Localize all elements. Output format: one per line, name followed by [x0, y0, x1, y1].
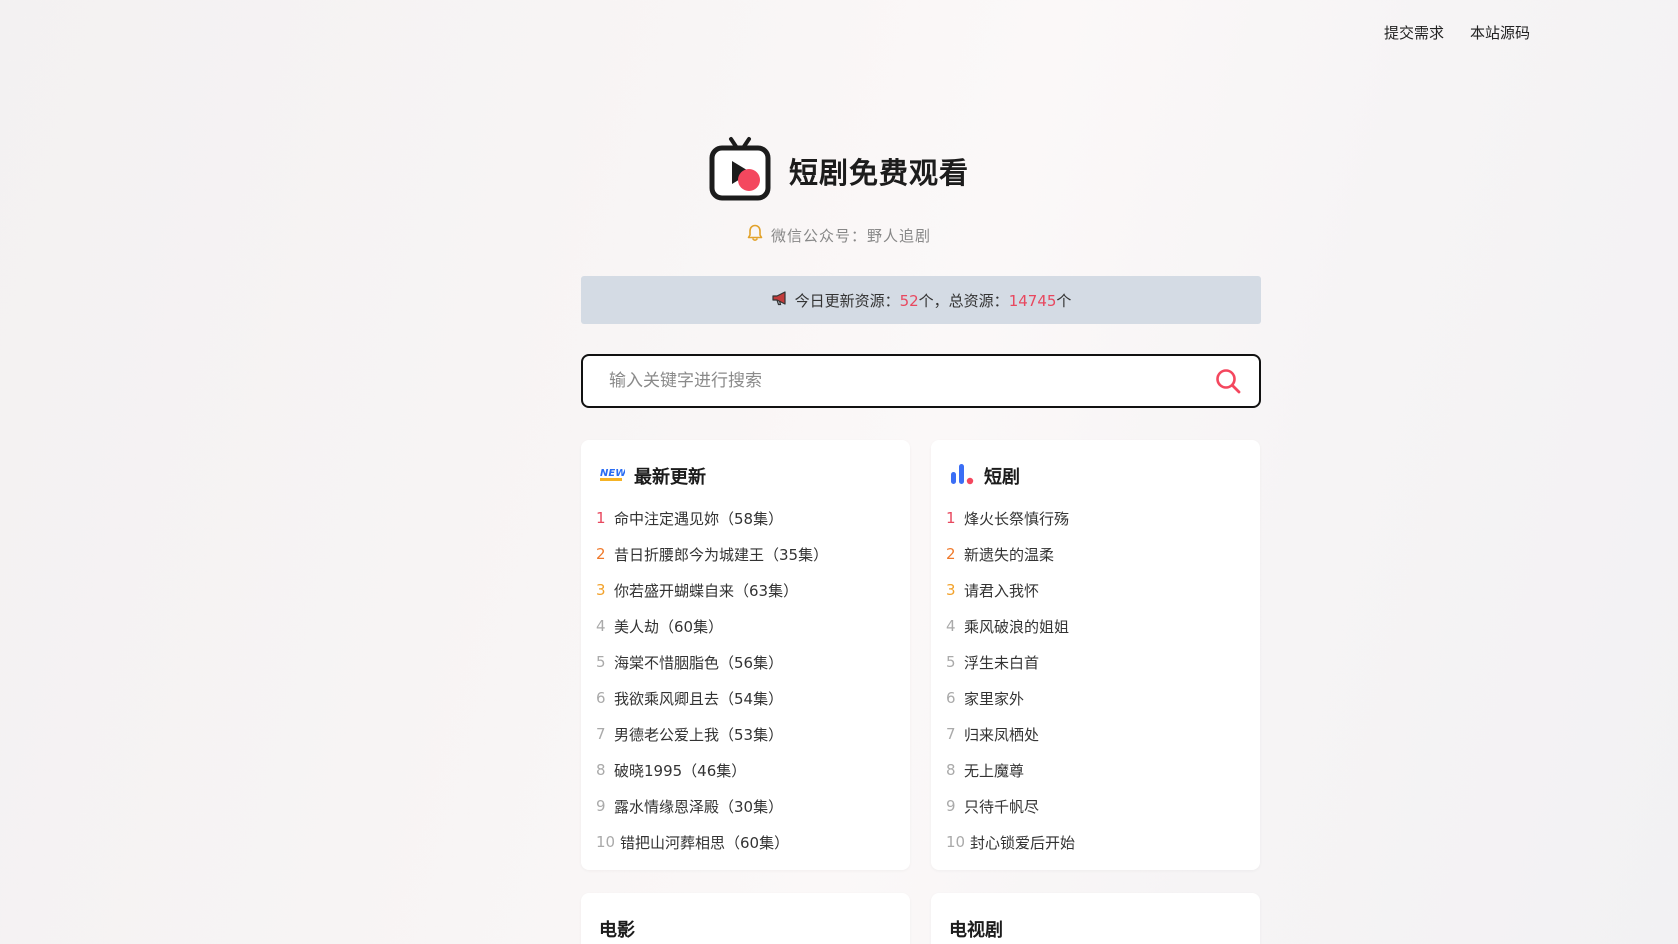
list-item[interactable]: 5 浮生未白首 [946, 644, 1260, 680]
megaphone-icon [771, 290, 789, 310]
list-item[interactable]: 7 归来凤栖处 [946, 716, 1260, 752]
bar-chart-icon [949, 462, 975, 491]
new-badge-icon: NEW [599, 465, 627, 488]
list-item[interactable]: 1 命中注定遇见妳（58集） [596, 500, 910, 536]
svg-text:NEW: NEW [600, 468, 625, 479]
tv-play-icon [709, 136, 771, 206]
latest-updates-list: 1 命中注定遇见妳（58集） 2 昔日折腰郎今为城建王（35集） 3 你若盛开蝴蝶自来… [581, 492, 910, 860]
list-item[interactable]: 5 海棠不惜胭脂色（56集） [596, 644, 910, 680]
subtitle: 微信公众号：野人追剧 [0, 224, 1678, 246]
brand: 短剧免费观看 [0, 136, 1678, 206]
search-input[interactable] [607, 370, 1215, 392]
card-title: 电视剧 [949, 920, 1003, 941]
notice-middle: 个，总资源： [918, 291, 1009, 310]
short-drama-card: 短剧 1 烽火长祭慎行殇 2 新遗失的温柔 3 请君入我怀 4 乘风破浪的姐姐 5 浮生未… [931, 440, 1260, 870]
list-item[interactable]: 9 露水情缘恩泽殿（30集） [596, 788, 910, 824]
notice-bar: 今日更新资源：52个，总资源：14745个 [581, 276, 1261, 324]
list-item[interactable]: 6 家里家外 [946, 680, 1260, 716]
movie-card: 电影 [581, 893, 910, 944]
list-item[interactable]: 10 封心锁爱后开始 [946, 824, 1260, 860]
notice-suffix: 个 [1056, 291, 1072, 310]
subtitle-text: 微信公众号：野人追剧 [770, 226, 931, 245]
latest-updates-card: NEW 最新更新 1 命中注定遇见妳（58集） 2 昔日折腰郎今为城建王（35集） … [581, 440, 910, 870]
bell-icon [747, 224, 763, 246]
list-item[interactable]: 2 昔日折腰郎今为城建王（35集） [596, 536, 910, 572]
list-item[interactable]: 7 男德老公爱上我（53集） [596, 716, 910, 752]
search-box [581, 354, 1261, 408]
list-item[interactable]: 2 新遗失的温柔 [946, 536, 1260, 572]
list-item[interactable]: 1 烽火长祭慎行殇 [946, 500, 1260, 536]
tv-series-card: 电视剧 [931, 893, 1260, 944]
today-count: 52 [899, 291, 919, 310]
list-item[interactable]: 8 破晓1995（46集） [596, 752, 910, 788]
list-item[interactable]: 10 错把山河葬相思（60集） [596, 824, 910, 860]
list-item[interactable]: 9 只待千帆尽 [946, 788, 1260, 824]
top-nav: 提交需求 本站源码 [1384, 22, 1530, 43]
notice-prefix: 今日更新资源： [794, 291, 900, 310]
list-item[interactable]: 4 美人劫（60集） [596, 608, 910, 644]
search-icon[interactable] [1215, 368, 1241, 394]
short-drama-list: 1 烽火长祭慎行殇 2 新遗失的温柔 3 请君入我怀 4 乘风破浪的姐姐 5 浮生未白首 … [931, 492, 1260, 860]
list-item[interactable]: 3 请君入我怀 [946, 572, 1260, 608]
total-count: 14745 [1008, 291, 1057, 310]
site-title: 短剧免费观看 [788, 156, 969, 190]
list-item[interactable]: 3 你若盛开蝴蝶自来（63集） [596, 572, 910, 608]
list-item[interactable]: 6 我欲乘风卿且去（54集） [596, 680, 910, 716]
card-title: 短剧 [984, 467, 1020, 488]
list-item[interactable]: 4 乘风破浪的姐姐 [946, 608, 1260, 644]
list-item[interactable]: 8 无上魔尊 [946, 752, 1260, 788]
card-title: 最新更新 [634, 467, 706, 488]
source-code-link[interactable]: 本站源码 [1470, 22, 1530, 43]
card-title: 电影 [599, 920, 635, 941]
submit-request-link[interactable]: 提交需求 [1384, 22, 1444, 43]
